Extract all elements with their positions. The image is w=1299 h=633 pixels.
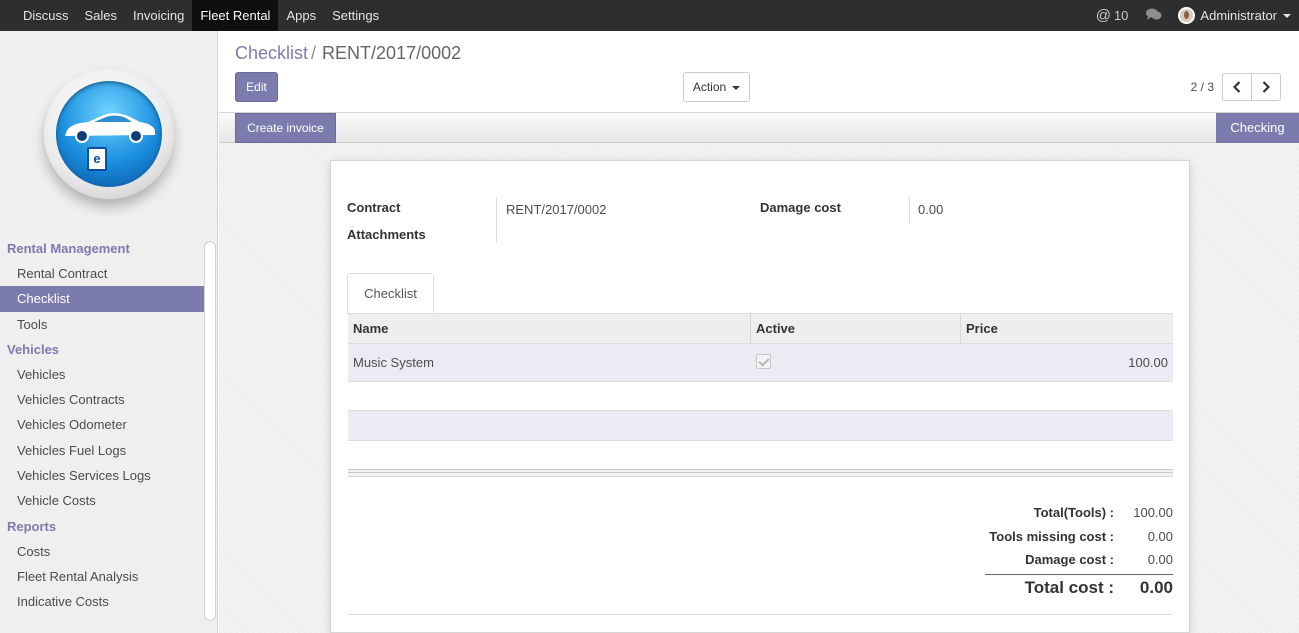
messages-count: 10: [1113, 8, 1129, 23]
at-icon: @: [1095, 7, 1111, 24]
table-header: Name Active Price: [348, 314, 1173, 344]
menu-invoicing[interactable]: Invoicing: [125, 0, 192, 31]
total-cost-value: 0.00: [1139, 578, 1173, 597]
breadcrumb-separator: /: [311, 43, 317, 63]
action-label: Action: [692, 80, 727, 94]
sidebar-item-vehicles-services-logs[interactable]: Vehicles Services Logs: [0, 463, 204, 488]
contract-value[interactable]: RENT/2017/0002: [506, 202, 606, 217]
menu-fleet-rental[interactable]: Fleet Rental: [192, 0, 279, 31]
pager-value: 2 / 3: [1190, 80, 1214, 94]
active-checkbox[interactable]: [756, 354, 771, 370]
main-menu: Discuss Sales Invoicing Fleet Rental App…: [15, 0, 387, 31]
contract-label: Contract: [347, 200, 401, 215]
action-dropdown[interactable]: Action: [683, 72, 750, 102]
section-vehicles: Vehicles: [7, 341, 60, 357]
row-active-cell: [751, 344, 961, 382]
create-invoice-button[interactable]: Create invoice: [235, 113, 336, 143]
section-reports: Reports: [7, 518, 57, 534]
table-empty-row: [348, 410, 1173, 441]
user-menu[interactable]: Administrator: [1178, 7, 1291, 24]
tools-missing-cost-value: 0.00: [1147, 529, 1173, 544]
tab-checklist[interactable]: Checklist: [347, 273, 434, 314]
damage-cost-total-value: 0.00: [1147, 552, 1173, 567]
tools-missing-cost-label: Tools missing cost :: [989, 529, 1114, 544]
table-row[interactable]: Music System 100.00: [348, 344, 1173, 382]
column-header-price[interactable]: Price: [961, 314, 1173, 344]
field-divider: [909, 197, 910, 223]
caret-down-icon: [732, 85, 741, 90]
systray: @ 10 Administrator: [1096, 0, 1291, 31]
sidebar-item-rental-contract[interactable]: Rental Contract: [0, 261, 204, 286]
pager-next-button[interactable]: [1251, 73, 1281, 101]
user-name: Administrator: [1200, 8, 1277, 23]
damage-cost-label: Damage cost: [760, 200, 841, 215]
sidebar-item-vehicle-costs[interactable]: Vehicle Costs: [0, 488, 204, 513]
field-divider: [496, 197, 497, 243]
menu-discuss[interactable]: Discuss: [15, 0, 77, 31]
pager-previous-button[interactable]: [1222, 73, 1252, 101]
column-header-name[interactable]: Name: [348, 314, 751, 344]
sidebar-item-checklist[interactable]: Checklist: [0, 286, 204, 312]
menu-apps[interactable]: Apps: [278, 0, 324, 31]
sidebar-item-vehicles-contracts[interactable]: Vehicles Contracts: [0, 387, 204, 412]
damage-cost-value: 0.00: [918, 202, 944, 217]
chevron-right-icon: [1262, 81, 1270, 93]
chat-icon[interactable]: [1146, 8, 1162, 24]
sidebar-item-tools[interactable]: Tools: [0, 312, 204, 337]
status-stage-checking[interactable]: Checking: [1216, 113, 1299, 143]
checklist-table: Name Active Price Music System 100.00: [348, 314, 1173, 477]
totals-divider: [985, 574, 1173, 575]
attachments-label: Attachments: [347, 227, 426, 242]
sidebar-nav: Rental Management Rental Contract Checkl…: [0, 236, 204, 615]
column-header-active[interactable]: Active: [751, 314, 961, 344]
caret-down-icon: [1283, 13, 1291, 18]
damage-cost-total-label: Damage cost :: [1025, 552, 1114, 567]
avatar: [1178, 7, 1196, 24]
sidebar-scrollbar[interactable]: [204, 241, 216, 621]
statusbar: Create invoice Checking: [219, 113, 1299, 143]
sidebar-item-fleet-rental-analysis[interactable]: Fleet Rental Analysis: [0, 564, 204, 589]
messages-button[interactable]: @ 10: [1096, 7, 1129, 24]
chevron-left-icon: [1233, 81, 1241, 93]
breadcrumb: Checklist / RENT/2017/0002: [235, 43, 461, 64]
row-name: Music System: [353, 355, 434, 370]
total-tools-value: 100.00: [1133, 505, 1173, 520]
sidebar-item-vehicles-fuel-logs[interactable]: Vehicles Fuel Logs: [0, 438, 204, 463]
breadcrumb-checklist-link[interactable]: Checklist: [235, 43, 308, 63]
pager: 2 / 3: [1191, 73, 1281, 101]
sidebar-item-vehicles[interactable]: Vehicles: [0, 362, 204, 387]
table-footer: [348, 469, 1173, 477]
total-tools-label: Total(Tools) :: [1033, 505, 1114, 520]
edit-button[interactable]: Edit: [235, 72, 278, 102]
section-rental-management: Rental Management: [7, 241, 130, 256]
car-icon: [65, 113, 155, 143]
row-price: 100.00: [1128, 355, 1168, 370]
company-logo: e: [44, 69, 174, 199]
menu-settings[interactable]: Settings: [324, 0, 387, 31]
document-icon: e: [87, 147, 107, 171]
sidebar-item-costs[interactable]: Costs: [0, 539, 204, 564]
sidebar: e Rental Management Rental Contract Chec…: [0, 31, 218, 633]
sidebar-item-indicative-costs[interactable]: Indicative Costs: [0, 589, 204, 614]
total-cost-label: Total cost :: [1024, 578, 1114, 597]
sidebar-item-vehicles-odometer[interactable]: Vehicles Odometer: [0, 412, 204, 437]
table-empty-row: [348, 382, 1173, 410]
breadcrumb-current: RENT/2017/0002: [322, 43, 462, 63]
top-navbar: Discuss Sales Invoicing Fleet Rental App…: [0, 0, 1299, 31]
control-panel: Checklist / RENT/2017/0002 Edit Action 2 /…: [219, 31, 1299, 113]
sheet-bottom-divider: [347, 614, 1173, 615]
form-sheet: Contract Attachments RENT/2017/0002 Dama…: [330, 160, 1190, 633]
menu-sales[interactable]: Sales: [77, 0, 126, 31]
